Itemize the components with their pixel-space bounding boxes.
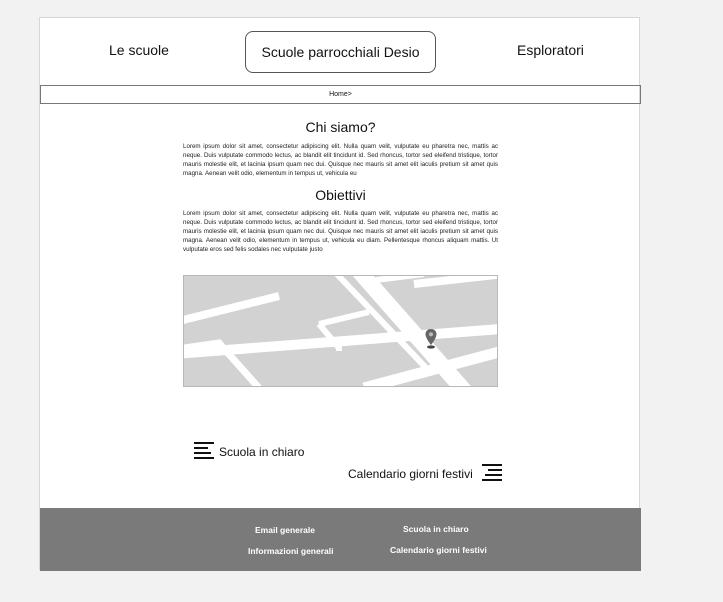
section-body-chi-siamo: Lorem ipsum dolor sit amet, consectetur … — [183, 143, 498, 177]
map-roads — [184, 276, 497, 386]
nav-item-esploratori[interactable]: Esploratori — [517, 42, 584, 58]
footer: Email generale Informazioni generali Scu… — [40, 508, 641, 571]
breadcrumb-home-link[interactable]: Home> — [329, 91, 352, 98]
text-lines-icon — [194, 442, 214, 459]
footer-link-calendario-giorni-festivi[interactable]: Calendario giorni festivi — [390, 545, 487, 555]
calendario-giorni-festivi-link[interactable]: Calendario giorni festivi — [348, 463, 503, 485]
top-navigation: Le scuole Scuole parrocchiali Desio Espl… — [40, 18, 639, 84]
section-title-obiettivi: Obiettivi — [315, 187, 366, 203]
map[interactable] — [183, 275, 498, 387]
breadcrumb: Home> — [40, 85, 641, 104]
calendario-label: Calendario giorni festivi — [348, 467, 473, 481]
page-container: Le scuole Scuole parrocchiali Desio Espl… — [39, 17, 641, 571]
nav-item-scuole-parrocchiali-desio[interactable]: Scuole parrocchiali Desio — [245, 31, 436, 73]
text-lines-icon — [481, 464, 502, 481]
footer-link-informazioni-generali[interactable]: Informazioni generali — [248, 546, 334, 556]
footer-link-email-generale[interactable]: Email generale — [255, 525, 315, 535]
nav-item-le-scuole[interactable]: Le scuole — [109, 42, 169, 58]
section-body-obiettivi: Lorem ipsum dolor sit amet, consectetur … — [183, 210, 498, 253]
scuola-in-chiaro-link[interactable]: Scuola in chiaro — [193, 441, 304, 463]
section-title-chi-siamo: Chi siamo? — [305, 119, 376, 135]
scuola-in-chiaro-label: Scuola in chiaro — [219, 445, 305, 459]
map-pin-icon — [425, 329, 437, 349]
footer-link-scuola-in-chiaro[interactable]: Scuola in chiaro — [403, 524, 469, 534]
